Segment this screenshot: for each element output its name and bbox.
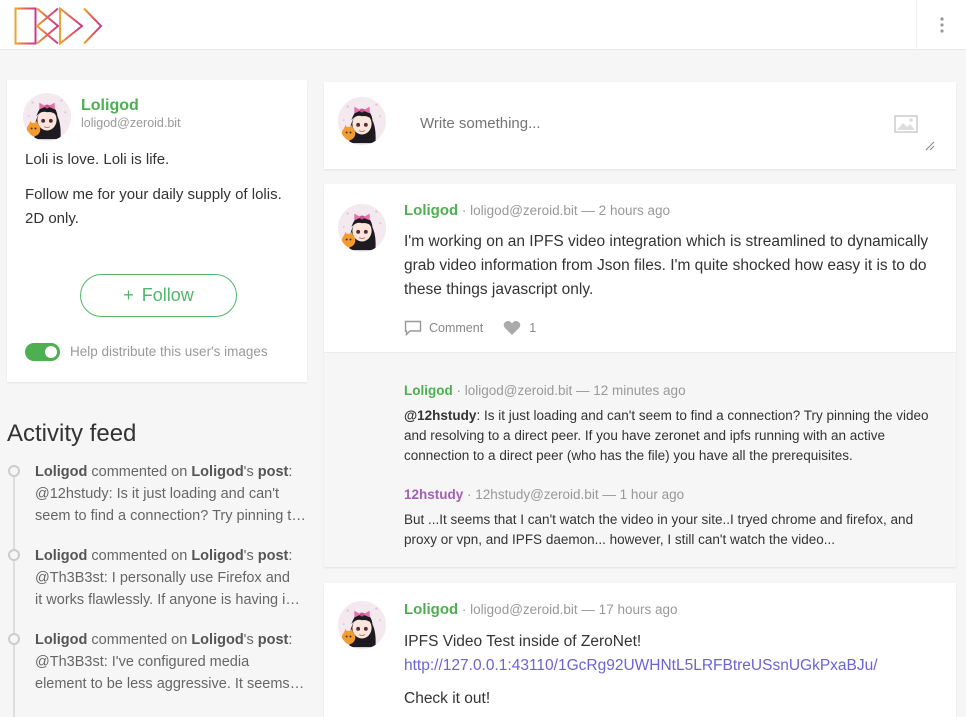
post: Loligod · loligod@zeroid.bit — 17 hours … — [324, 583, 956, 717]
top-bar — [0, 0, 966, 50]
activity-target[interactable]: post — [258, 548, 289, 564]
comment-body: @12hstudy: Is it just loading and can't … — [404, 408, 929, 463]
toggle-knob — [45, 346, 57, 358]
composer-avatar — [338, 97, 386, 145]
activity-actor[interactable]: Loligod — [35, 464, 87, 480]
comment-label: Comment — [429, 321, 484, 335]
profile-avatar[interactable] — [23, 93, 71, 141]
timeline-dot — [8, 465, 20, 477]
activity-snippet: @Th3B3st: I personally use Firefox and — [35, 570, 290, 586]
activity-feed-title: Activity feed — [7, 420, 137, 447]
comment-author[interactable]: 12hstudy — [404, 487, 463, 502]
zeroid-logo[interactable] — [14, 6, 104, 50]
activity-actor[interactable]: Loligod — [35, 548, 87, 564]
follow-button[interactable]: + Follow — [80, 274, 237, 317]
profile-card: Loligod loligod@zeroid.bit Loli is love.… — [7, 80, 307, 382]
activity-snippet: seem to find a connection? Try pinning t… — [35, 508, 307, 524]
follow-label: Follow — [141, 285, 194, 305]
activity-owner[interactable]: Loligod — [191, 548, 243, 564]
post-composer — [324, 82, 956, 169]
post-link-wrap: http://127.0.0.1:43110/1GcRg92UWHNtL5LRF… — [404, 654, 944, 678]
post-avatar[interactable] — [338, 601, 386, 649]
post-author[interactable]: Loligod — [404, 601, 458, 618]
heart-icon — [503, 321, 521, 335]
activity-owner[interactable]: Loligod — [191, 632, 243, 648]
comment-author[interactable]: Loligod — [404, 383, 453, 398]
activity-snippet: it works flawlessly. If anyone is having… — [35, 592, 307, 608]
activity-snippet: @Th3B3st: I've configured media — [35, 654, 250, 670]
bio-line-2: Follow me for your daily supply of lolis… — [25, 186, 282, 227]
post: Loligod · loligod@zeroid.bit — 2 hours a… — [324, 184, 956, 567]
comment-header: 12hstudy · 12hstudy@zeroid.bit — 1 hour … — [404, 487, 684, 502]
activity-snippet: element to be less aggressive. It seems … — [35, 676, 307, 692]
post-body: I'm working on an IPFS video integration… — [404, 233, 929, 298]
post-actions: Comment 1 — [404, 320, 536, 336]
more-menu-button[interactable] — [916, 0, 966, 50]
like-count: 1 — [529, 321, 537, 335]
post-header: Loligod · loligod@zeroid.bit — 17 hours … — [404, 601, 678, 618]
distribute-images-toggle[interactable] — [25, 343, 60, 361]
activity-snippet: @12hstudy: Is it just loading and can't — [35, 486, 279, 502]
image-upload-icon[interactable] — [894, 115, 918, 138]
activity-target[interactable]: post — [258, 464, 289, 480]
activity-item[interactable]: Loligod commented on Loligod's post: @12… — [7, 461, 307, 527]
post-title: IPFS Video Test inside of ZeroNet! — [404, 633, 642, 650]
comment-button[interactable]: Comment — [404, 320, 483, 336]
like-button[interactable]: 1 — [503, 320, 536, 336]
distribute-images-label: Help distribute this user's images — [70, 344, 268, 359]
timeline-dot — [8, 549, 20, 561]
post-link[interactable]: http://127.0.0.1:43110/1GcRg92UWHNtL5LRF… — [404, 657, 878, 674]
post-meta: · loligod@zeroid.bit — 17 hours ago — [461, 602, 678, 617]
comment-body: But ...It seems that I can't watch the v… — [404, 512, 914, 547]
post-avatar[interactable] — [338, 204, 386, 252]
post-header: Loligod · loligod@zeroid.bit — 2 hours a… — [404, 202, 670, 219]
post-author[interactable]: Loligod — [404, 202, 458, 219]
post-meta: · loligod@zeroid.bit — 2 hours ago — [461, 203, 670, 218]
post-input[interactable] — [404, 98, 936, 150]
post-body: Check it out! — [404, 690, 491, 707]
activity-target[interactable]: post — [258, 632, 289, 648]
resize-grip-icon[interactable] — [925, 138, 935, 156]
comment-header: Loligod · loligod@zeroid.bit — 12 minute… — [404, 383, 686, 398]
activity-item[interactable]: Loligod commented on Loligod's post: @Th… — [7, 545, 307, 611]
activity-actor[interactable]: Loligod — [35, 632, 87, 648]
bio-line-1: Loli is love. Loli is life. — [25, 151, 170, 168]
activity-item[interactable]: Loligod commented on Loligod's post: @Th… — [7, 629, 307, 695]
comment-section: Loligod · loligod@zeroid.bit — 12 minute… — [324, 352, 956, 567]
more-vertical-icon — [939, 17, 944, 33]
profile-address: loligod@zeroid.bit — [81, 116, 181, 130]
timeline-dot — [8, 633, 20, 645]
plus-icon: + — [123, 285, 134, 305]
comment-icon — [404, 320, 422, 336]
profile-name[interactable]: Loligod — [81, 97, 139, 115]
activity-owner[interactable]: Loligod — [191, 464, 243, 480]
comment-meta: · loligod@zeroid.bit — 12 minutes ago — [456, 383, 686, 398]
mention-link[interactable]: @12hstudy — [404, 408, 476, 423]
comment-meta: · 12hstudy@zeroid.bit — 1 hour ago — [467, 487, 685, 502]
